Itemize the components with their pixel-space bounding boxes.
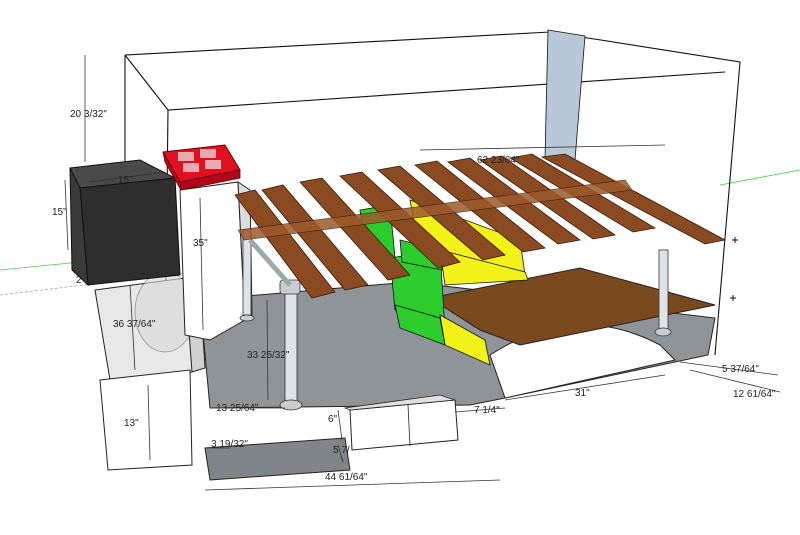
van-build-3d-model[interactable]: 20 3/32" 15" 15" 2 35" 36 37/64" 13" 33 … <box>0 0 800 535</box>
dim-right-depth: 12 61/64" <box>733 389 776 400</box>
axis-line-green <box>719 169 800 186</box>
dim-box-height: 15" <box>52 207 67 218</box>
dim-arch-width: 31" <box>575 388 590 399</box>
dim-top-length: 62 23/64" <box>477 155 520 166</box>
dim-post-span: 33 25/32" <box>247 350 290 361</box>
dim-floor-offset: 13 25/64" <box>216 403 259 414</box>
dim-step-height: 13" <box>124 418 139 429</box>
dim-height-upper: 20 3/32" <box>70 109 107 120</box>
dim-box-width: 15" <box>118 175 133 186</box>
rear-blue-panel <box>544 29 586 161</box>
dim-small-gap: 7 1/4" <box>474 405 500 416</box>
dim-drawer-height: 6" <box>328 414 338 425</box>
dim-base-length: 44 61/64" <box>325 472 368 483</box>
dim-drawer-depth: 5 7/ <box>333 445 350 456</box>
dim-post-height: 35" <box>193 238 208 249</box>
dim-left-gap: 3 19/32" <box>211 439 248 450</box>
crosshair-icon <box>730 237 738 301</box>
dim-box-side: 2 <box>76 275 82 286</box>
dim-left-height: 36 37/64" <box>113 319 156 330</box>
dim-right-offset: 5 37/64" <box>722 364 759 375</box>
